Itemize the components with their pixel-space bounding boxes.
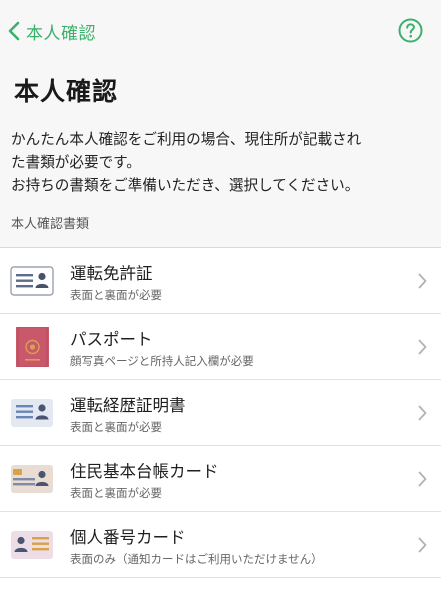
document-label: 個人番号カード [70,528,186,547]
list-item-resident-card[interactable]: 住民基本台帳カード 表面と裏面が必要 [0,446,441,512]
chevron-right-icon [418,537,427,553]
description-line: お持ちの書類をご準備いただき、選択してください。 [11,177,360,194]
description-line: た書類が必要です。 [11,154,141,171]
description-line: かんたん本人確認をご利用の場合、現住所が記載され [11,131,362,148]
back-label: 本人確認 [26,23,96,44]
title-area: 本人確認 [0,62,441,120]
document-requirement: 表面と裏面が必要 [70,288,162,302]
passport-icon [16,327,49,367]
document-requirement: 表面のみ（通知カードはご利用いただけません） [70,552,323,566]
chevron-left-icon [8,21,20,41]
document-label: 運転経歴証明書 [70,396,186,415]
chevron-right-icon [418,273,427,289]
identity-verification-screen: 本人確認 本人確認 かんたん本人確認をご利用の場合、現住所が記載され た書類が必… [0,0,441,602]
document-requirement: 表面と裏面が必要 [70,420,162,434]
document-requirement: 顔写真ページと所持人記入欄が必要 [70,354,254,368]
document-label: パスポート [70,330,153,349]
list-item-passport[interactable]: パスポート 顔写真ページと所持人記入欄が必要 [0,314,441,380]
chevron-right-icon [418,405,427,421]
chevron-right-icon [418,339,427,355]
back-button[interactable]: 本人確認 [6,14,96,48]
document-label: 住民基本台帳カード [70,462,219,481]
chevron-right-icon [418,471,427,487]
document-label: 運転免許証 [70,264,153,283]
list-item-drivers-license[interactable]: 運転免許証 表面と裏面が必要 [0,248,441,314]
document-list: 運転免許証 表面と裏面が必要 パスポート 顔写真ページと所持人記入欄が必要 運転… [0,247,441,578]
license-card-icon [10,266,54,296]
description-area: かんたん本人確認をご利用の場合、現住所が記載され た書類が必要です。 お持ちの書… [0,120,441,248]
list-item-mynumber-card[interactable]: 個人番号カード 表面のみ（通知カードはご利用いただけません） [0,512,441,578]
document-requirement: 表面と裏面が必要 [70,486,162,500]
mynumber-card-icon [11,531,53,559]
description-text: かんたん本人確認をご利用の場合、現住所が記載され た書類が必要です。 お持ちの書… [11,128,439,197]
navigation-bar: 本人確認 [0,0,441,62]
question-circle-icon[interactable] [398,18,423,43]
section-label: 本人確認書類 [11,217,90,232]
resident-card-icon [11,465,53,493]
driving-history-card-icon [11,399,53,427]
page-title: 本人確認 [14,77,119,106]
list-item-driving-history[interactable]: 運転経歴証明書 表面と裏面が必要 [0,380,441,446]
